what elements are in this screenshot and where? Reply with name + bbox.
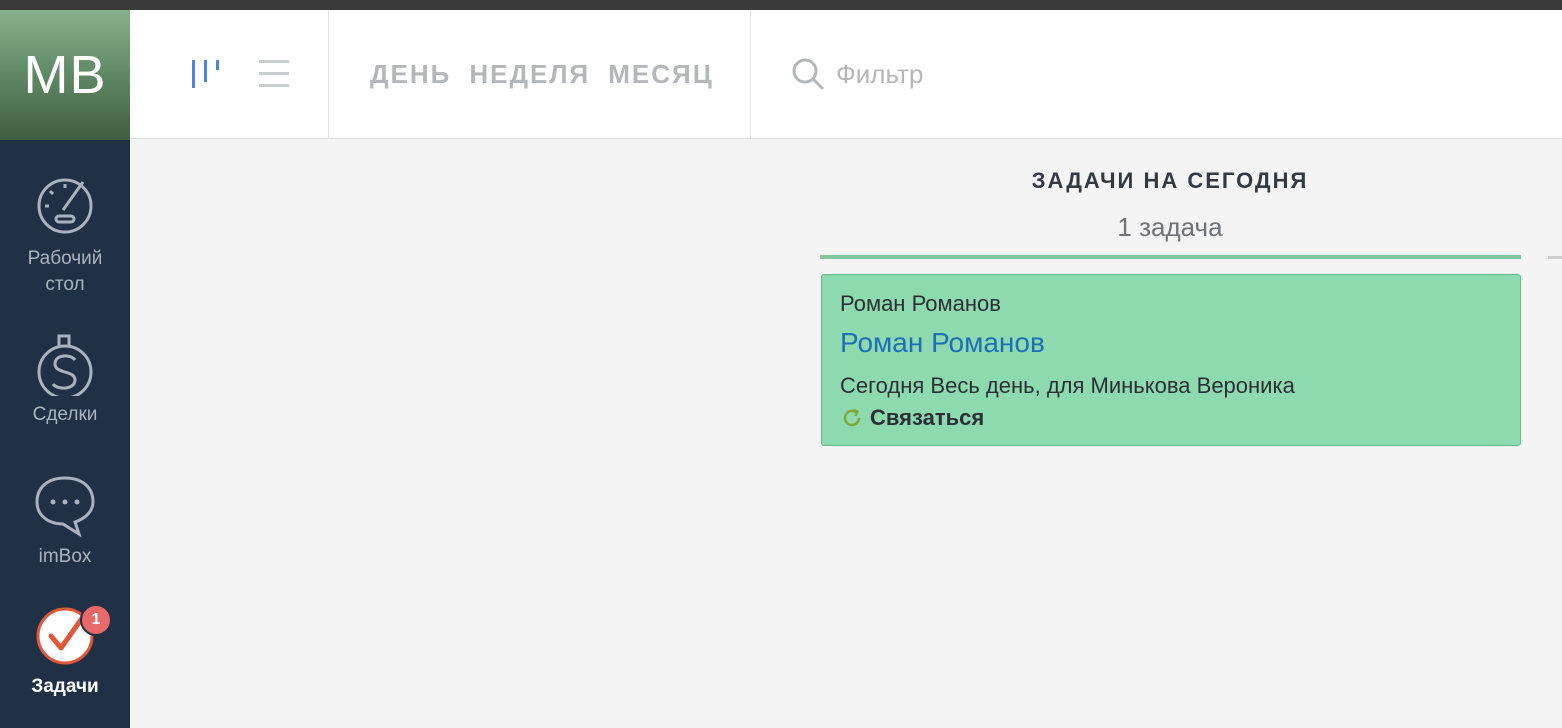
task-contact-name: Роман Романов (840, 291, 1001, 316)
column-accent-line (820, 255, 1521, 259)
task-lead-link[interactable]: Роман Романов (840, 323, 1502, 363)
dollar-icon (37, 334, 93, 396)
list-view-icon[interactable] (256, 56, 292, 92)
tasks-count-badge: 1 (80, 604, 112, 636)
sidebar-label-tasks: Задачи (31, 676, 99, 697)
refresh-icon (843, 408, 861, 427)
window-top-strip (0, 0, 1562, 10)
view-mode-switch (130, 10, 329, 138)
sidebar: MB Рабочий стол Сделки imBox 1 Задачи (0, 10, 130, 728)
user-avatar[interactable]: MB (0, 10, 130, 140)
sidebar-item-tasks[interactable]: 1 Задачи (0, 604, 130, 700)
sidebar-item-deals[interactable]: Сделки (0, 332, 130, 428)
filter-box (790, 54, 1490, 94)
period-week[interactable]: НЕДЕЛЯ (469, 59, 590, 90)
search-icon (792, 58, 824, 90)
sidebar-label-deals: Сделки (32, 404, 98, 425)
column-task-count: 1 задача (1117, 212, 1223, 242)
sidebar-item-dashboard[interactable]: Рабочий стол (0, 176, 130, 298)
period-selector: ДЕНЬ НЕДЕЛЯ МЕСЯЦ (330, 10, 751, 138)
next-column-accent-line (1548, 256, 1562, 259)
task-type-label: Связаться (870, 405, 985, 430)
task-card[interactable]: Роман Романов Роман Романов Сегодня Весь… (821, 274, 1521, 446)
dashboard-gauge-icon (37, 178, 93, 234)
sidebar-label-imbox: imBox (38, 546, 92, 567)
column-title: ЗАДАЧИ НА СЕГОДНЯ (1031, 168, 1309, 193)
task-type: Связаться (840, 405, 1502, 431)
sidebar-item-imbox[interactable]: imBox (0, 474, 130, 570)
sidebar-label-dashboard: Рабочий стол (27, 248, 103, 295)
task-schedule: Сегодня Весь день, для Минькова Вероника (840, 373, 1295, 398)
period-month[interactable]: МЕСЯЦ (608, 59, 713, 90)
board-view-icon[interactable] (188, 56, 224, 92)
chat-bubble-icon (35, 476, 95, 538)
top-toolbar: ДЕНЬ НЕДЕЛЯ МЕСЯЦ (130, 10, 1562, 139)
period-day[interactable]: ДЕНЬ (370, 59, 451, 90)
user-initials: MB (23, 45, 107, 105)
filter-input[interactable] (836, 58, 1336, 90)
